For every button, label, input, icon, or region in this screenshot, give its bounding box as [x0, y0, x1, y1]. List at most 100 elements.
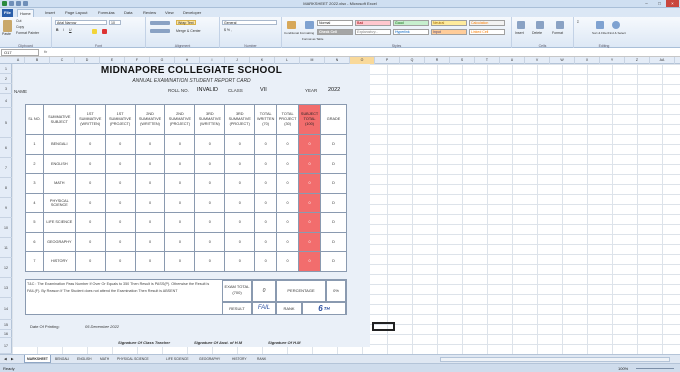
align-left-icon[interactable] [150, 29, 170, 33]
marks-cell[interactable]: 0 [164, 153, 196, 174]
header-total-project[interactable]: TOTAL PROJECT (30) [276, 104, 300, 135]
marks-cell[interactable]: 0 [276, 212, 300, 233]
number-format-select[interactable]: General [222, 20, 277, 25]
tab-review[interactable]: Review [141, 9, 158, 17]
grade-cell[interactable]: D [320, 212, 347, 233]
tab-file[interactable]: File [2, 9, 13, 17]
find-select-button[interactable]: Find & Select [608, 31, 626, 36]
grade-cell[interactable]: D [320, 231, 347, 252]
header-2nd-written[interactable]: 2ND SUMMATIVE (WRITTEN) [134, 104, 166, 135]
marks-cell[interactable]: 0 [254, 251, 278, 272]
column-header-y[interactable]: Y [600, 57, 625, 64]
marks-cell[interactable]: 0 [224, 192, 256, 213]
marks-cell[interactable]: 0 [254, 153, 278, 174]
subject-cell[interactable]: BENGALI [42, 134, 76, 155]
marks-cell[interactable]: 0 [194, 153, 226, 174]
font-color-icon[interactable] [102, 29, 107, 34]
row-header[interactable]: 10 [0, 218, 12, 238]
marks-cell[interactable]: 0 [194, 231, 226, 252]
delete-cells-icon[interactable] [536, 21, 544, 29]
sheet-tab-geography[interactable]: GEOGRAPHY [197, 355, 222, 363]
column-header-k[interactable]: K [250, 57, 275, 64]
marks-cell[interactable]: 2 [25, 153, 44, 174]
row-header[interactable]: 1 [0, 64, 12, 74]
marks-cell[interactable]: 0 [74, 173, 106, 194]
marks-cell[interactable]: 0 [164, 192, 196, 213]
marks-cell[interactable]: 5 [25, 212, 44, 233]
row-header[interactable]: 17 [0, 338, 12, 354]
style-linked-cell[interactable]: Linked Cell [469, 29, 505, 35]
column-header-x[interactable]: X [575, 57, 600, 64]
italic-icon[interactable]: I [63, 28, 64, 33]
row-header[interactable]: 8 [0, 178, 12, 198]
close-icon[interactable]: × [666, 0, 679, 7]
marks-cell[interactable]: 0 [276, 192, 300, 213]
format-painter-button[interactable]: Format Painter [16, 31, 39, 36]
marks-cell[interactable]: 0 [194, 134, 226, 155]
column-header-z[interactable]: Z [625, 57, 650, 64]
marks-cell[interactable]: 0 [164, 212, 196, 233]
marks-cell[interactable]: 0 [134, 251, 166, 272]
marks-cell[interactable]: 0 [104, 251, 136, 272]
column-header-s[interactable]: S [450, 57, 475, 64]
column-header-q[interactable]: Q [400, 57, 425, 64]
marks-cell[interactable]: 0 [104, 231, 136, 252]
sheet-tab-marksheet[interactable]: MARKSHEET [24, 355, 51, 363]
style-good[interactable]: Good [393, 20, 429, 26]
marks-cell[interactable]: 0 [134, 173, 166, 194]
active-cell[interactable] [372, 322, 395, 331]
subject-cell[interactable]: GEOGRAPHY [42, 231, 76, 252]
format-table-button[interactable]: Format as Table [302, 37, 323, 42]
delete-button[interactable]: Delete [532, 31, 542, 36]
grade-cell[interactable]: D [320, 173, 347, 194]
format-table-icon[interactable] [305, 21, 314, 29]
tab-data[interactable]: Data [122, 9, 134, 17]
marks-cell[interactable]: 0 [298, 192, 322, 213]
merge-center-button[interactable]: Merge & Center [176, 29, 201, 34]
marks-cell[interactable]: 0 [164, 231, 196, 252]
rank-label[interactable]: RANK [276, 302, 302, 315]
subject-cell[interactable]: PHYSICAL SCIENCE [42, 192, 76, 213]
marks-cell[interactable]: 0 [224, 134, 256, 155]
tab-insert[interactable]: Insert [43, 9, 57, 17]
percentage-value[interactable]: 0% [326, 280, 346, 302]
marks-cell[interactable]: 0 [104, 134, 136, 155]
marks-cell[interactable]: 0 [298, 173, 322, 194]
header-grade[interactable]: GRADE [320, 104, 347, 135]
marks-cell[interactable]: 0 [164, 134, 196, 155]
column-header-l[interactable]: L [275, 57, 300, 64]
column-header-d[interactable]: D [75, 57, 100, 64]
minimize-icon[interactable]: – [640, 0, 653, 7]
row-header[interactable]: 9 [0, 198, 12, 218]
marks-cell[interactable]: 0 [194, 173, 226, 194]
row-header[interactable]: 11 [0, 238, 12, 258]
row-header[interactable]: 3 [0, 84, 12, 94]
marks-cell[interactable]: 0 [164, 173, 196, 194]
insert-button[interactable]: Insert [515, 31, 524, 36]
sheet-tab-math[interactable]: MATH [98, 355, 111, 363]
tab-view[interactable]: View [163, 9, 176, 17]
marks-cell[interactable]: 0 [276, 173, 300, 194]
header-subject[interactable]: SUMMATIVE SUBJECT [42, 104, 76, 135]
marks-cell[interactable]: 0 [74, 192, 106, 213]
marks-cell[interactable]: 0 [134, 134, 166, 155]
column-header-aa[interactable]: AA [650, 57, 675, 64]
marks-cell[interactable]: 3 [25, 173, 44, 194]
marks-cell[interactable]: 0 [164, 251, 196, 272]
marks-cell[interactable]: 1 [25, 134, 44, 155]
marks-cell[interactable]: 0 [134, 231, 166, 252]
column-header-e[interactable]: E [100, 57, 125, 64]
marks-cell[interactable]: 0 [104, 192, 136, 213]
marks-cell[interactable]: 0 [298, 153, 322, 174]
sheet-tab-english[interactable]: ENGLISH [75, 355, 93, 363]
column-header-w[interactable]: W [550, 57, 575, 64]
marks-cell[interactable]: 0 [298, 251, 322, 272]
sheet-tab-physical-science[interactable]: PHYSICAL SCIENCE [115, 355, 151, 363]
column-header-b[interactable]: B [25, 57, 50, 64]
underline-icon[interactable]: U [69, 28, 72, 33]
paste-icon[interactable] [3, 20, 12, 32]
row-header[interactable]: 6 [0, 138, 12, 158]
result-label[interactable]: RESULT [222, 302, 252, 315]
conditional-formatting-button[interactable]: Conditional Formatting [284, 31, 314, 36]
subject-cell[interactable]: HISTORY [42, 251, 76, 272]
